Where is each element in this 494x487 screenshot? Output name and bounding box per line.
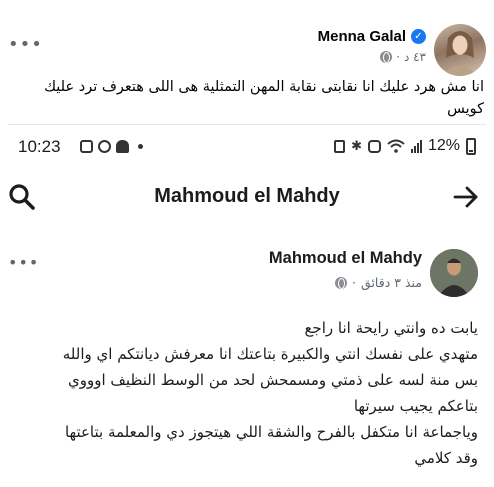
- profile-nav-bar: Mahmoud el Mahdy: [8, 169, 486, 225]
- battery-saver-icon: [334, 139, 346, 153]
- wifi-icon: [387, 139, 405, 153]
- snapchat-icon: [116, 140, 129, 153]
- avatar[interactable]: [430, 249, 478, 297]
- meta-separator: ·: [352, 275, 357, 290]
- post-meta: منذ ٣ دقائق ·: [335, 275, 422, 290]
- status-bar: 10:23 ✱ 12%: [8, 125, 486, 169]
- whatsapp-icon: [98, 140, 111, 153]
- post-text-line: وياجماعة انا متكفل بالفرح والشقة اللي هي…: [64, 423, 478, 441]
- embedded-screenshot: 10:23 ✱ 12% Mahmoud el Mahdy ••• Mahmoud…: [8, 124, 486, 487]
- author-name[interactable]: Menna Galal: [318, 28, 406, 45]
- post-meta: ٤٣ د ·: [380, 50, 426, 64]
- battery-percent: 12%: [427, 137, 460, 154]
- profile-title: Mahmoud el Mahdy: [154, 185, 340, 207]
- avatar-photo: [430, 249, 478, 297]
- globe-icon: [380, 51, 393, 63]
- notification-icons: [80, 140, 143, 153]
- battery-icon: [466, 137, 476, 155]
- post-time[interactable]: منذ ٣ دقائق: [361, 275, 422, 290]
- search-icon[interactable]: [8, 183, 36, 211]
- signal-icon: [410, 139, 422, 153]
- post-text-line: بس منة لسه على ذمتي ومسمحش لحد من الوسط …: [67, 371, 478, 389]
- post-text: يابت ده وانتي رايحة انا راجع متهدي على ن…: [8, 315, 478, 471]
- avatar-photo: [442, 31, 478, 76]
- dot-icon: [138, 144, 143, 149]
- more-options-icon[interactable]: •••: [8, 253, 39, 272]
- avatar[interactable]: [434, 24, 486, 76]
- author-name-row: Menna Galal ✓: [318, 28, 426, 45]
- post-text-line: وقد كلامي: [414, 449, 478, 467]
- verified-badge-icon: ✓: [411, 29, 426, 44]
- globe-icon: [335, 276, 348, 289]
- system-icons: ✱ 12%: [334, 137, 476, 155]
- more-options-icon[interactable]: •••: [8, 36, 43, 54]
- author-name[interactable]: Mahmoud el Mahdy: [269, 249, 422, 268]
- nfc-icon: [367, 139, 381, 153]
- message-icon: [80, 140, 93, 153]
- meta-separator: ·: [396, 50, 400, 64]
- bluetooth-icon: ✱: [351, 138, 362, 154]
- post-text-line: متهدي على نفسك انتي والكبيرة بتاعتك انا …: [62, 345, 478, 363]
- status-time: 10:23: [18, 137, 61, 156]
- post-text: انا مش هرد عليك انا نقابتى نقابة المهن ا…: [44, 79, 484, 117]
- arrow-right-icon[interactable]: [452, 183, 480, 211]
- post-time[interactable]: ٤٣ د: [404, 50, 426, 64]
- post-text-line: يابت ده وانتي رايحة انا راجع: [304, 319, 478, 337]
- post-text-line: بتاعكم يجيب سيرتها: [353, 397, 478, 415]
